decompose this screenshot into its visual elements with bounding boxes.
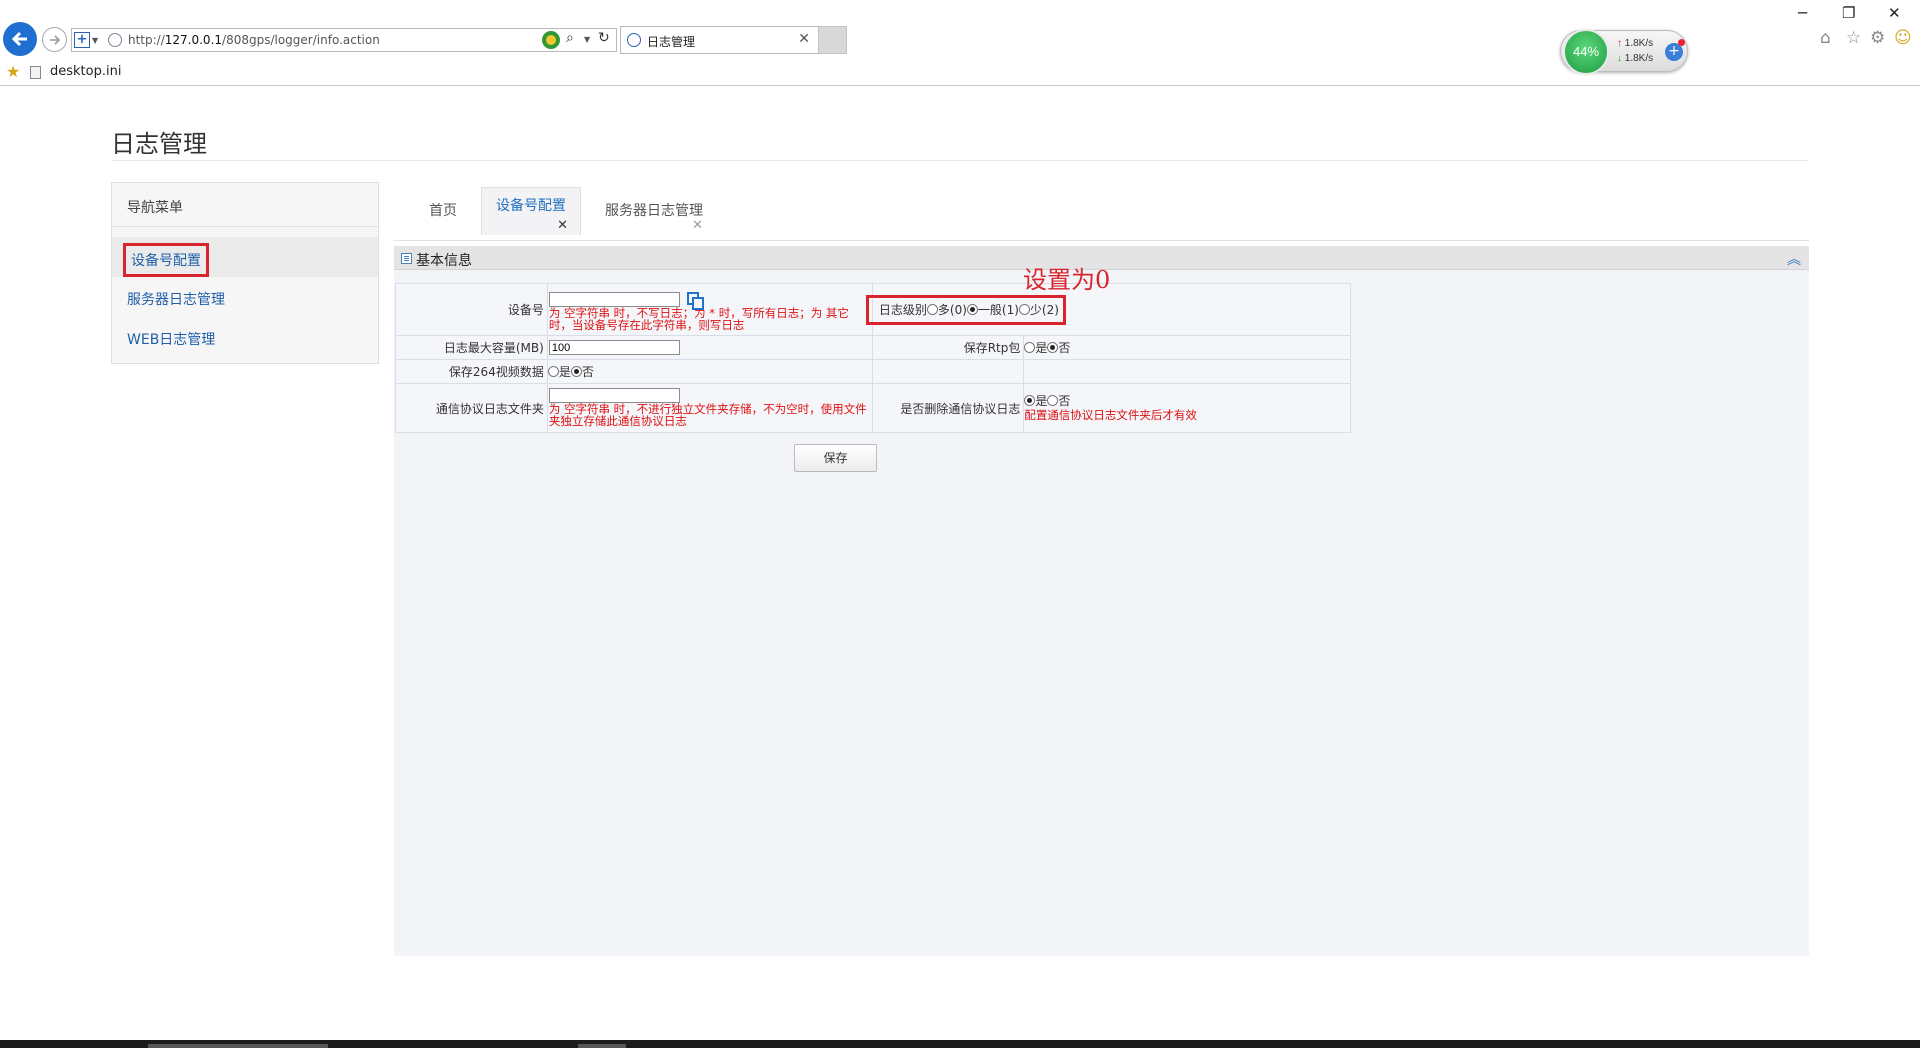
close-icon[interactable]: ✕ bbox=[692, 218, 703, 233]
file-icon bbox=[30, 66, 41, 79]
sidebar-item-server-log[interactable]: 服务器日志管理 bbox=[127, 289, 225, 309]
device-id-input[interactable] bbox=[548, 292, 680, 307]
memory-percent: 44% bbox=[1563, 29, 1609, 75]
list-icon bbox=[401, 253, 412, 264]
ie-icon bbox=[627, 33, 641, 47]
close-window-button[interactable]: ✕ bbox=[1888, 4, 1901, 22]
save-rtp-label: 保存Rtp包 bbox=[871, 335, 1025, 360]
tab-label: 设备号配置 bbox=[496, 198, 566, 214]
log-level-radio-0[interactable] bbox=[926, 304, 938, 315]
page-title: 日志管理 bbox=[111, 130, 207, 158]
max-size-input[interactable] bbox=[548, 340, 680, 355]
annotation-text: 设置为0 bbox=[1023, 266, 1111, 294]
tab-title: 日志管理 bbox=[647, 35, 696, 49]
save-264-yes-label: 是 bbox=[558, 365, 571, 379]
basic-info-panel: 基本信息 ︽ 设备号 为 空字符串 时，不写日志；为 * 时，写所有日志；为 其… bbox=[394, 246, 1809, 956]
delete-proto-label: 是否删除通信协议日志 bbox=[871, 383, 1025, 433]
log-level-radio-2[interactable] bbox=[1018, 304, 1030, 315]
chevron-down-icon[interactable]: ▼ bbox=[584, 35, 590, 44]
delete-proto-yes-label: 是 bbox=[1035, 394, 1048, 408]
divider bbox=[111, 160, 1809, 161]
delete-proto-no-radio[interactable] bbox=[1047, 395, 1059, 406]
log-level-radio-1[interactable] bbox=[966, 304, 978, 315]
favorites-star-icon[interactable]: ★ bbox=[6, 62, 20, 81]
network-speed-widget[interactable]: 44% ↑ 1.8K/s ↓ 1.8K/s + bbox=[1560, 29, 1688, 75]
restore-button[interactable]: ❐ bbox=[1842, 4, 1855, 22]
tab-server-log[interactable]: 服务器日志管理 bbox=[605, 200, 703, 220]
sidebar-item-device-config[interactable]: 设备号配置 bbox=[123, 243, 209, 277]
device-id-label: 设备号 bbox=[395, 283, 548, 336]
taskbar-item[interactable] bbox=[578, 1044, 626, 1048]
delete-proto-no-label: 否 bbox=[1058, 394, 1071, 408]
compat-view-icon[interactable]: + bbox=[74, 32, 90, 48]
save-264-label: 保存264视频数据 bbox=[395, 359, 548, 384]
taskbar bbox=[0, 1040, 1920, 1048]
minimize-button[interactable]: ─ bbox=[1798, 4, 1807, 22]
config-form: 设备号 为 空字符串 时，不写日志；为 * 时，写所有日志；为 其它时，当设备号… bbox=[395, 283, 1351, 433]
save-264-no-label: 否 bbox=[581, 365, 594, 379]
save-264-yes-radio[interactable] bbox=[547, 366, 559, 377]
taskbar-item[interactable] bbox=[148, 1044, 328, 1048]
chevron-down-icon[interactable]: ▼ bbox=[92, 36, 98, 45]
copy-icon[interactable] bbox=[686, 292, 704, 310]
refresh-icon[interactable]: ↻ bbox=[598, 30, 610, 46]
proto-folder-label: 通信协议日志文件夹 bbox=[395, 383, 548, 433]
new-tab-button[interactable] bbox=[818, 26, 847, 54]
upload-speed: ↑ 1.8K/s bbox=[1617, 38, 1654, 49]
gear-icon[interactable]: ⚙ bbox=[1870, 28, 1885, 48]
smiley-icon[interactable]: ☺ bbox=[1894, 28, 1912, 48]
proto-folder-input[interactable] bbox=[548, 388, 680, 403]
address-bar[interactable]: + ▼ http://127.0.0.1/808gps/logger/info.… bbox=[71, 28, 617, 52]
content-tabs: 首页 设备号配置 ✕ 服务器日志管理 ✕ bbox=[394, 187, 1809, 241]
url-text[interactable]: http://127.0.0.1/808gps/logger/info.acti… bbox=[128, 33, 380, 47]
extension-icon[interactable] bbox=[542, 31, 560, 49]
sidebar: 导航菜单 设备号配置 服务器日志管理 WEB日志管理 bbox=[111, 182, 379, 364]
save-rtp-yes-label: 是 bbox=[1035, 341, 1048, 355]
panel-title: 基本信息 bbox=[416, 253, 472, 269]
log-level-option-0: 多(0) bbox=[937, 303, 967, 317]
arrow-left-icon bbox=[11, 31, 27, 47]
close-icon[interactable]: ✕ bbox=[798, 31, 810, 47]
device-id-hint: 为 空字符串 时，不写日志；为 * 时，写所有日志；为 其它时，当设备号存在此字… bbox=[548, 306, 849, 332]
save-rtp-no-label: 否 bbox=[1058, 341, 1071, 355]
max-size-label: 日志最大容量(MB) bbox=[395, 335, 548, 360]
star-icon[interactable]: ☆ bbox=[1846, 28, 1861, 48]
sidebar-item-web-log[interactable]: WEB日志管理 bbox=[127, 329, 215, 349]
proto-folder-hint: 为 空字符串 时，不进行独立文件夹存储，不为空时，使用文件夹独立存储此通信协议日… bbox=[548, 402, 867, 428]
forward-button[interactable] bbox=[42, 27, 67, 52]
back-button[interactable] bbox=[3, 22, 37, 56]
notification-dot bbox=[1678, 39, 1685, 46]
home-icon[interactable]: ⌂ bbox=[1820, 28, 1831, 48]
search-icon[interactable]: ⌕ bbox=[566, 30, 574, 46]
delete-proto-yes-radio[interactable] bbox=[1024, 395, 1036, 406]
browser-tab[interactable]: 日志管理 ✕ bbox=[620, 26, 819, 54]
arrow-right-icon bbox=[50, 35, 61, 45]
log-level-option-1: 一般(1) bbox=[977, 303, 1019, 317]
save-264-no-radio[interactable] bbox=[570, 366, 582, 377]
download-speed: ↓ 1.8K/s bbox=[1617, 53, 1654, 64]
tab-device-config[interactable]: 设备号配置 ✕ bbox=[481, 187, 581, 235]
log-level-label: 日志级别 bbox=[878, 303, 927, 317]
collapse-icon[interactable]: ︽ bbox=[1787, 249, 1801, 269]
log-level-highlight: 日志级别 多(0) 一般(1) 少(2) bbox=[865, 295, 1066, 325]
save-rtp-no-radio[interactable] bbox=[1047, 342, 1059, 353]
close-icon[interactable]: ✕ bbox=[557, 218, 568, 233]
log-level-option-2: 少(2) bbox=[1029, 303, 1059, 317]
sidebar-header: 导航菜单 bbox=[112, 183, 378, 227]
favorite-link[interactable]: desktop.ini bbox=[50, 64, 121, 79]
favorites-bar: ★ desktop.ini bbox=[0, 62, 600, 84]
save-rtp-yes-radio[interactable] bbox=[1024, 342, 1036, 353]
tab-home[interactable]: 首页 bbox=[429, 200, 457, 220]
save-button[interactable]: 保存 bbox=[794, 444, 877, 472]
delete-proto-hint: 配置通信协议日志文件夹后才有效 bbox=[1024, 408, 1197, 422]
site-icon bbox=[108, 33, 122, 47]
browser-chrome: + ▼ http://127.0.0.1/808gps/logger/info.… bbox=[0, 0, 1920, 86]
